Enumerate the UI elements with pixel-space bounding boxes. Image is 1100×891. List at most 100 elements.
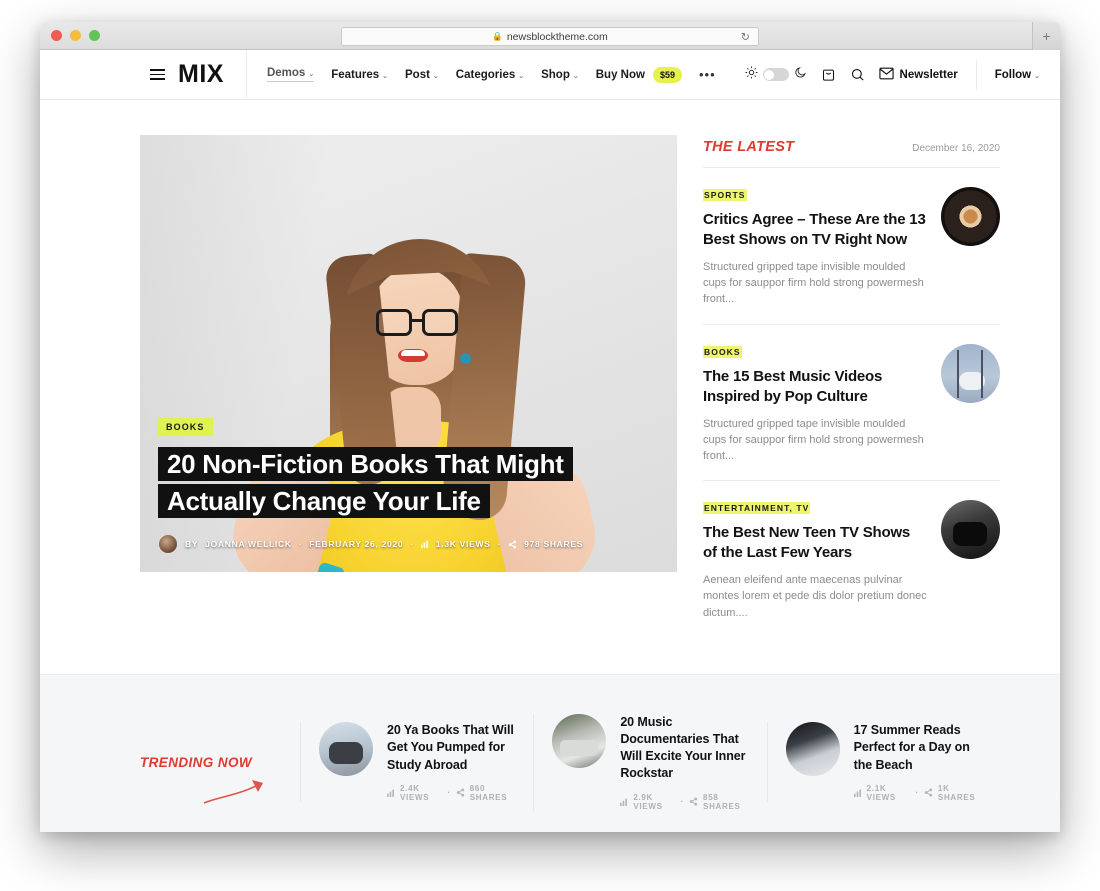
window-traffic-lights — [51, 30, 100, 41]
chevron-down-icon: ⌄ — [1034, 72, 1040, 80]
trending-thumbnail[interactable] — [785, 722, 840, 777]
site-logo[interactable]: MIX — [178, 60, 224, 89]
views-icon — [853, 789, 862, 797]
avatar — [158, 534, 178, 554]
newsletter-label: Newsletter — [899, 68, 958, 81]
nav-item-categories[interactable]: Categories ⌄ — [456, 69, 524, 81]
latest-header: THE LATEST December 16, 2020 — [703, 139, 1000, 168]
trending-thumbnail[interactable] — [552, 713, 607, 768]
trending-title[interactable]: 20 Ya Books That Will Get You Pumped for… — [387, 722, 515, 774]
follow-button[interactable]: Follow ⌄ — [995, 69, 1040, 81]
meta-separator: · — [680, 797, 685, 807]
chevron-down-icon: ⌄ — [518, 72, 525, 80]
hero-meta: BY JOANNA WELLICK · FEBRUARY 26, 2020 · … — [158, 534, 583, 554]
hero-title[interactable]: 20 Non-Fiction Books That Might Actually… — [158, 446, 583, 520]
page-viewport: MIX Demos ⌄ Features ⌄ Post ⌄ Categories… — [40, 50, 1060, 832]
article-title[interactable]: The Best New Teen TV Shows of the Last F… — [703, 523, 927, 563]
hero-views: 1.3K VIEWS — [435, 539, 491, 549]
meta-separator: · — [410, 539, 414, 549]
trending-shares: 1K SHARES — [937, 783, 976, 802]
trending-views: 2.9K VIEWS — [633, 792, 663, 811]
lock-icon: 🔒 — [492, 31, 503, 41]
trending-thumbnail[interactable] — [319, 722, 373, 777]
trending-shares: 860 SHARES — [469, 783, 508, 802]
meta-separator: · — [497, 539, 502, 549]
chevron-down-icon: ⌄ — [572, 72, 579, 80]
browser-window: 🔒 newsblocktheme.com ↻ + MIX Demos ⌄ Fea… — [40, 22, 1060, 832]
hamburger-icon[interactable] — [140, 69, 174, 80]
search-icon[interactable] — [850, 67, 865, 82]
newsletter-button[interactable]: Newsletter — [878, 67, 958, 83]
trending-meta: 2.9K VIEWS · 858 SHARES — [620, 793, 748, 811]
close-window-button[interactable] — [51, 30, 62, 41]
trending-title[interactable]: 17 Summer Reads Perfect for a Day on the… — [854, 722, 982, 774]
nav-item-shop[interactable]: Shop ⌄ — [541, 69, 579, 81]
trending-meta: 2.1K VIEWS · 1K SHARES — [853, 783, 982, 802]
nav-item-categories-label: Categories — [455, 68, 516, 81]
meta-separator: · — [447, 788, 451, 798]
theme-toggle-switch[interactable] — [762, 68, 789, 81]
trending-title[interactable]: 20 Music Documentaries That Will Excite … — [620, 714, 748, 783]
chevron-down-icon: ⌄ — [308, 71, 315, 78]
browser-titlebar: 🔒 newsblocktheme.com ↻ + — [40, 22, 1060, 50]
views-icon — [620, 798, 628, 806]
nav-item-post[interactable]: Post ⌄ — [405, 69, 439, 81]
hero-by-label: BY — [185, 539, 199, 549]
trending-section: TRENDING NOW 20 Ya Books That Will Get Y… — [40, 674, 1060, 832]
article-category[interactable]: ENTERTAINMENT, TV — [703, 502, 811, 515]
article-excerpt: Structured gripped tape invisible moulde… — [703, 417, 924, 463]
nav-item-demos[interactable]: Demos ⌄ — [266, 67, 315, 82]
hero-category-badge[interactable]: BOOKS — [158, 418, 213, 437]
address-bar-url: newsblocktheme.com — [506, 30, 608, 43]
main-content: BOOKS 20 Non-Fiction Books That Might Ac… — [40, 100, 1060, 637]
minimize-window-button[interactable] — [70, 30, 81, 41]
hero-title-line-1: 20 Non-Fiction Books That Might — [158, 447, 573, 482]
article-thumbnail[interactable] — [941, 500, 1000, 560]
list-item[interactable]: BOOKS The 15 Best Music Videos Inspired … — [703, 325, 1000, 482]
article-title[interactable]: The 15 Best Music Videos Inspired by Pop… — [703, 367, 927, 407]
list-item[interactable]: 20 Music Documentaries That Will Excite … — [533, 713, 766, 811]
envelope-icon — [878, 67, 894, 83]
list-item[interactable]: ENTERTAINMENT, TV The Best New Teen TV S… — [703, 481, 1000, 637]
nav-item-buy-now[interactable]: Buy Now $59 — [596, 66, 682, 83]
hero-overlay: BOOKS 20 Non-Fiction Books That Might Ac… — [140, 417, 583, 572]
list-item[interactable]: 17 Summer Reads Perfect for a Day on the… — [766, 722, 1000, 802]
reload-icon[interactable]: ↻ — [741, 30, 750, 43]
views-icon — [420, 540, 429, 548]
article-thumbnail[interactable] — [941, 187, 1000, 246]
new-tab-button[interactable]: + — [1032, 22, 1060, 50]
hero-shares: 978 SHARES — [524, 539, 584, 549]
article-category[interactable]: SPORTS — [703, 189, 747, 201]
hero-date: FEBRUARY 26, 2020 — [309, 539, 404, 549]
nav-item-features[interactable]: Features ⌄ — [331, 69, 388, 81]
theme-toggle[interactable] — [745, 66, 807, 84]
trending-label-wrap: TRENDING NOW — [140, 755, 300, 804]
nav-item-shop-label: Shop — [541, 68, 570, 81]
list-item[interactable]: 20 Ya Books That Will Get You Pumped for… — [300, 722, 533, 802]
hero-article-card[interactable]: BOOKS 20 Non-Fiction Books That Might Ac… — [140, 135, 677, 572]
share-icon — [689, 797, 698, 806]
latest-sidebar: THE LATEST December 16, 2020 SPORTS Crit… — [703, 135, 1000, 637]
article-thumbnail[interactable] — [941, 343, 1000, 403]
hero-author[interactable]: JOANNA WELLICK — [205, 539, 291, 549]
follow-label: Follow — [994, 68, 1032, 81]
article-excerpt: Aenean eleifend ante maecenas pulvinar m… — [703, 574, 927, 619]
latest-date: December 16, 2020 — [912, 143, 1000, 154]
address-bar[interactable]: 🔒 newsblocktheme.com ↻ — [341, 27, 759, 46]
chevron-down-icon: ⌄ — [432, 72, 439, 80]
nav-item-demos-label: Demos — [266, 67, 306, 79]
curved-arrow-icon — [202, 777, 274, 812]
trending-views: 2.4K VIEWS — [400, 783, 430, 802]
maximize-window-button[interactable] — [89, 30, 100, 41]
list-item[interactable]: SPORTS Critics Agree – These Are the 13 … — [703, 168, 1000, 325]
article-category[interactable]: BOOKS — [703, 345, 742, 358]
sun-icon — [745, 66, 758, 84]
meta-separator: · — [298, 539, 303, 549]
main-navigation: Demos ⌄ Features ⌄ Post ⌄ Categories ⌄ S… — [266, 66, 716, 83]
theme-toggle-knob — [764, 69, 775, 80]
article-title[interactable]: Critics Agree – These Are the 13 Best Sh… — [703, 210, 927, 250]
cart-icon[interactable] — [821, 67, 836, 82]
moon-icon — [794, 66, 807, 84]
header-divider-right — [975, 59, 977, 90]
more-menu-icon[interactable]: ••• — [699, 67, 716, 82]
